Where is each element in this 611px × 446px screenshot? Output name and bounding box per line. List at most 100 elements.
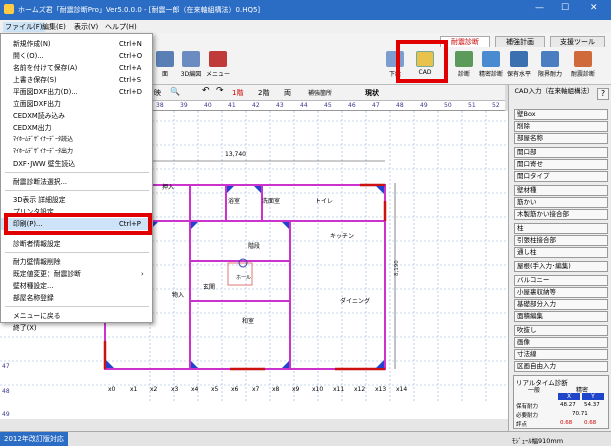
menu-item-open[interactable]: 開く(O)... Ctrl+O bbox=[1, 50, 152, 62]
ribbon-button-hoyu[interactable]: 保有水平 bbox=[506, 51, 532, 83]
tab-shien[interactable]: 支援ツール bbox=[550, 36, 605, 47]
grid-label: x9 bbox=[292, 386, 300, 393]
ruler-tick: 42 bbox=[252, 102, 260, 109]
room-label: 玄関 bbox=[203, 283, 215, 291]
window-title: ホームズ君「耐震診断Pro」Ver5.0.0.0 - [耐震一郎（在来軸組構法）… bbox=[18, 6, 261, 14]
menu-item-cedxm-in[interactable]: CEDXM読み込み bbox=[1, 110, 152, 122]
panel-item-attic[interactable]: 小屋裏収納等 bbox=[514, 287, 608, 298]
ribbon-button-face[interactable]: 面 bbox=[152, 51, 178, 83]
face-icon bbox=[156, 51, 174, 67]
panel-item-opening-type[interactable]: 開口タイプ bbox=[514, 171, 608, 182]
menu-item-mhd-in[interactable]: ﾏｲﾎｰﾑﾃﾞｻﾞｲﾅｰﾃﾞｰﾀ読込 bbox=[1, 134, 152, 146]
ribbon-button-3d[interactable]: 3D編図 bbox=[178, 51, 204, 83]
cad-input-panel: CAD入力（在来軸組構法） ? 壁Box 削除 部屋名称 開口部 開口寄せ 開口… bbox=[508, 85, 611, 431]
panel-item-free-zone[interactable]: 区画自由入力 bbox=[514, 361, 608, 372]
menu-item-wall-type[interactable]: 壁材種設定... bbox=[1, 280, 152, 292]
ruler-tick: 46 bbox=[348, 102, 356, 109]
panel-item-opening-align[interactable]: 開口寄せ bbox=[514, 159, 608, 170]
ribbon-button-seimitsu[interactable]: 精密診断 bbox=[478, 51, 504, 83]
panel-item-wall-material[interactable]: 壁材種 bbox=[514, 185, 608, 196]
menu-item-cedxm-out[interactable]: CEDXM出力 bbox=[1, 122, 152, 134]
grid-label: x3 bbox=[171, 386, 179, 393]
menu-item-new[interactable]: 新規作成(N) Ctrl+N bbox=[1, 38, 152, 50]
panel-item-void[interactable]: 吹抜し bbox=[514, 325, 608, 336]
panel-item-brace-joint[interactable]: 木製筋かい接合部 bbox=[514, 209, 608, 220]
panel-item-tension-joint[interactable]: 引張柱接合部 bbox=[514, 235, 608, 246]
col-x: X bbox=[558, 393, 580, 400]
holding-y: 54.37 bbox=[584, 402, 600, 408]
score-y: 0.68 bbox=[584, 420, 597, 426]
panel-item-foundation[interactable]: 基礎部分入力 bbox=[514, 299, 608, 310]
panel-item-through-column[interactable]: 通し柱 bbox=[514, 247, 608, 258]
panel-item-dimension[interactable]: 寸法線 bbox=[514, 349, 608, 360]
menu-separator bbox=[5, 252, 149, 253]
help-button[interactable]: ? bbox=[597, 88, 609, 100]
undo-icon[interactable]: ↶ bbox=[202, 86, 210, 96]
minimize-button[interactable]: — bbox=[535, 3, 544, 13]
menu-item-save[interactable]: 上書き保存(S) Ctrl+S bbox=[1, 74, 152, 86]
grid-label: x4 bbox=[191, 386, 199, 393]
status-version: 2012年改訂版対応 bbox=[0, 432, 68, 446]
redo-icon[interactable]: ↷ bbox=[216, 86, 224, 96]
ribbon-button-taishin[interactable]: 耐震診断 bbox=[570, 51, 596, 83]
menu-item-plan-dxf[interactable]: 平面図DXF出力(D)... Ctrl+D bbox=[1, 86, 152, 98]
grid-label: x0 bbox=[108, 386, 116, 393]
panel-item-image[interactable]: 画像 bbox=[514, 337, 608, 348]
left-ruler-tick: 47 bbox=[2, 363, 10, 370]
3d-icon bbox=[182, 51, 200, 67]
floor-1-radio[interactable]: 1階 bbox=[232, 88, 243, 98]
ruler-tick: 50 bbox=[444, 102, 452, 109]
row-required: 必要耐力 bbox=[516, 413, 539, 419]
panel-item-column[interactable]: 柱 bbox=[514, 223, 608, 234]
panel-item-room-name[interactable]: 部屋名称 bbox=[514, 133, 608, 144]
room-label: 押入 bbox=[162, 183, 174, 191]
menu-item-save-as[interactable]: 名前を付けて保存(A) Ctrl+A bbox=[1, 62, 152, 74]
both-floor-radio[interactable]: 両 bbox=[284, 88, 291, 98]
panel-item-balcony[interactable]: バルコニー bbox=[514, 275, 608, 286]
menu-item-method[interactable]: 耐震診断法選択... bbox=[1, 176, 152, 188]
reinforce-toggle[interactable]: 補強箇所 bbox=[308, 88, 332, 97]
ribbon-button-menu[interactable]: メニュー bbox=[205, 51, 231, 83]
row-holding: 保有耐力 bbox=[516, 404, 539, 410]
panel-item-wallbox[interactable]: 壁Box bbox=[514, 109, 608, 120]
menu-item-mhd-out[interactable]: ﾏｲﾎｰﾑﾃﾞｻﾞｲﾅｰﾃﾞｰﾀ出力 bbox=[1, 146, 152, 158]
panel-item-brace[interactable]: 筋かい bbox=[514, 197, 608, 208]
menu-item-elev-dxf[interactable]: 立面図DXF出力 bbox=[1, 98, 152, 110]
ruler-tick: 40 bbox=[204, 102, 212, 109]
current-state-label[interactable]: 現状 bbox=[365, 88, 379, 98]
room-label: 浴室 bbox=[228, 197, 240, 205]
ruler-tick: 47 bbox=[372, 102, 380, 109]
menu-item-room-register[interactable]: 部屋名称登録 bbox=[1, 292, 152, 304]
maximize-button[interactable]: ☐ bbox=[561, 3, 569, 13]
menu-item-back[interactable]: メニューに戻る bbox=[1, 310, 152, 322]
menu-item-inspector[interactable]: 診断者情報設定 bbox=[1, 238, 152, 250]
close-button[interactable]: ✕ bbox=[590, 3, 598, 13]
panel-item-delete[interactable]: 削除 bbox=[514, 121, 608, 132]
menu-file[interactable]: ファイル(F) bbox=[3, 22, 45, 32]
grid-label: x6 bbox=[231, 386, 239, 393]
ribbon-button-genkai[interactable]: 限界耐力 bbox=[537, 51, 563, 83]
menu-bar: ファイル(F) 編集(E) 表示(V) ヘルプ(H) bbox=[0, 20, 611, 33]
panel-item-area-edit[interactable]: 面積編集 bbox=[514, 311, 608, 322]
panel-header: CAD入力（在来軸組構法） bbox=[514, 87, 594, 95]
ribbon-button-shindan[interactable]: 診断 bbox=[451, 51, 477, 83]
app-icon bbox=[4, 4, 14, 14]
horizontal-scrollbar[interactable] bbox=[0, 419, 508, 431]
menu-item-wall-delete[interactable]: 耐力壁情報削除 bbox=[1, 256, 152, 268]
mode-general-radio[interactable]: 一般 bbox=[528, 385, 540, 394]
floor-2-radio[interactable]: 2階 bbox=[258, 88, 269, 98]
menu-item-defaults[interactable]: 既定値変更：耐震診断 › bbox=[1, 268, 152, 280]
menu-separator bbox=[5, 172, 149, 173]
menu-view[interactable]: 表示(V) bbox=[74, 22, 98, 32]
left-ruler-tick: 49 bbox=[2, 411, 10, 418]
menu-edit[interactable]: 編集(E) bbox=[42, 22, 66, 32]
grid-label: x1 bbox=[130, 386, 138, 393]
menu-item-3d-setting[interactable]: 3D表示 詳細設定 bbox=[1, 194, 152, 206]
menu-item-exit[interactable]: 終了(X) bbox=[1, 322, 152, 334]
menu-item-dxf-jww[interactable]: DXF･JWW 壁生読込 bbox=[1, 158, 152, 170]
panel-item-opening[interactable]: 開口部 bbox=[514, 147, 608, 158]
zoom-icon[interactable]: 🔍 bbox=[170, 87, 180, 96]
menu-help[interactable]: ヘルプ(H) bbox=[105, 22, 137, 32]
tab-hokyou[interactable]: 補強計画 bbox=[495, 36, 545, 47]
panel-item-roof[interactable]: 屋根(手入力･編集) bbox=[514, 261, 608, 272]
